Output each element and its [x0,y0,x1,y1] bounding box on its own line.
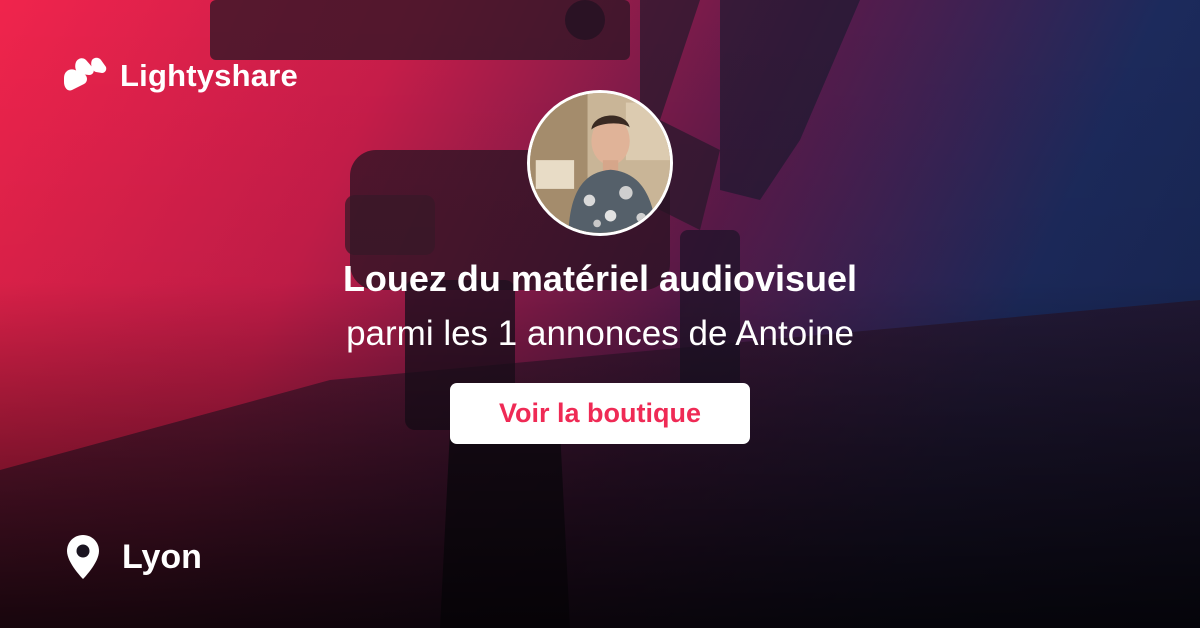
map-pin-icon [67,535,99,579]
location: Lyon [66,534,202,580]
brand-logo[interactable]: Lightyshare [62,56,298,96]
lightyshare-logo-icon [64,57,107,91]
avatar-portrait [530,93,670,233]
brand-name: Lightyshare [120,58,298,93]
owner-avatar[interactable] [527,90,673,236]
listing-count-subtitle: parmi les 1 annonces de Antoine [346,314,854,353]
headline: Louez du matériel audiovisuel [342,258,858,299]
location-city: Lyon [122,537,202,576]
view-shop-button[interactable]: Voir la boutique [450,383,750,444]
share-banner: Lightyshare Louez du matériel audiovisue… [0,0,1200,628]
